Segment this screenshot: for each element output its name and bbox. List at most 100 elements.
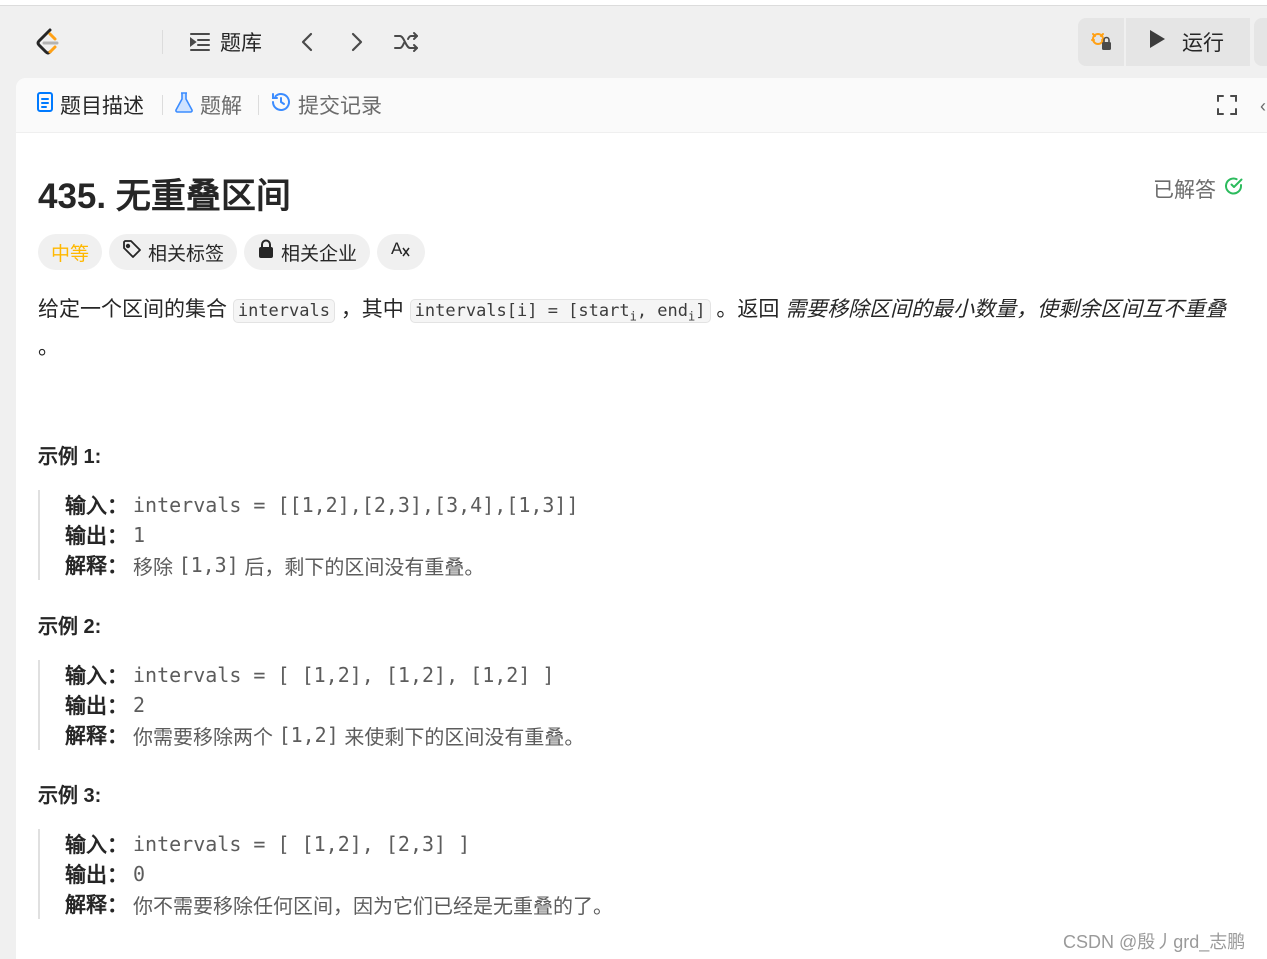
fullscreen-icon <box>1216 95 1238 120</box>
output-label: 输出： <box>65 695 128 718</box>
code-text: , end <box>636 301 689 321</box>
lock-icon <box>257 239 275 265</box>
run-controls: 运行 <box>1078 18 1250 66</box>
example-title: 示例 2: <box>38 616 102 638</box>
toolbar-divider <box>162 30 163 54</box>
example-block: 输入： intervals = [ [1,2], [2,3] ] 输出： 0 解… <box>38 829 765 919</box>
tab-description-label: 题目描述 <box>60 95 144 118</box>
collapse-chevron-icon[interactable]: ‹ <box>1260 96 1266 117</box>
translate-chip[interactable]: A <box>377 234 426 270</box>
chevron-right-icon <box>346 30 368 54</box>
input-value: intervals = [ [1,2], [1,2], [1,2] ] <box>133 663 555 687</box>
list-icon <box>188 30 212 54</box>
run-button[interactable]: 运行 <box>1126 18 1250 66</box>
example-explanation: 解释： 移除 [1,3] 后，剩下的区间没有重叠。 <box>65 550 765 580</box>
document-icon <box>36 91 54 119</box>
related-tags-chip[interactable]: 相关标签 <box>109 234 238 270</box>
example-explanation: 解释： 你需要移除两个 [1,2] 来使剩下的区间没有重叠。 <box>65 720 765 750</box>
example-input: 输入： intervals = [ [1,2], [2,3] ] <box>65 829 765 859</box>
example-output: 输出： 2 <box>65 690 765 720</box>
example-explanation: 解释： 你不需要移除任何区间，因为它们已经是无重叠的了。 <box>65 889 765 919</box>
history-icon <box>270 91 292 119</box>
output-label: 输出： <box>65 864 128 887</box>
code-text: intervals[i] = [start <box>414 301 630 321</box>
tab-separator <box>258 95 259 115</box>
next-problem-button[interactable] <box>346 26 368 58</box>
explanation-text: 来使剩下的区间没有重叠。 <box>338 726 585 749</box>
flask-icon <box>174 91 194 119</box>
play-icon <box>1146 28 1168 56</box>
chevron-left-icon <box>296 30 318 54</box>
desc-emphasis: 需要移除区间的最小数量，使剩余区间互不重叠 <box>785 298 1227 321</box>
desc-text: ，其中 <box>340 298 404 321</box>
debug-button[interactable] <box>1078 18 1124 66</box>
explanation-text: 你不需要移除任何区间，因为它们已经是无重叠的了。 <box>133 895 613 918</box>
panel-tabs: 题目描述 题解 提交记录 ‹ <box>16 78 1267 133</box>
svg-text:A: A <box>391 239 403 258</box>
check-circle-icon <box>1224 176 1244 202</box>
output-value: 1 <box>133 523 146 547</box>
debug-icon <box>1089 28 1113 57</box>
example-input: 输入： intervals = [ [1,2], [1,2], [1,2] ] <box>65 660 765 690</box>
solved-status: 已解答 <box>1153 174 1244 204</box>
explanation-code: [1,3] <box>178 553 239 577</box>
prev-problem-button[interactable] <box>296 26 318 58</box>
submit-button-edge[interactable] <box>1254 18 1267 66</box>
input-label: 输入： <box>65 834 128 857</box>
example-block: 输入： intervals = [ [1,2], [1,2], [1,2] ] … <box>38 660 765 750</box>
window-top-edge <box>0 0 1267 6</box>
related-companies-label: 相关企业 <box>281 243 358 265</box>
explanation-text: 后，剩下的区间没有重叠。 <box>238 556 485 579</box>
fullscreen-button[interactable] <box>1216 94 1238 121</box>
explanation-label: 解释： <box>65 555 128 578</box>
random-problem-button[interactable] <box>393 26 421 58</box>
shuffle-icon <box>393 30 421 54</box>
example-input: 输入： intervals = [[1,2],[2,3],[3,4],[1,3]… <box>65 490 765 520</box>
problem-bank-button[interactable]: 题库 <box>188 26 262 58</box>
code-text: ] <box>695 301 706 321</box>
example-block: 输入： intervals = [[1,2],[2,3],[3,4],[1,3]… <box>38 490 765 580</box>
explanation-label: 解释： <box>65 894 128 917</box>
inline-code: intervals[i] = [starti, endi] <box>409 299 711 324</box>
explanation-text: 你需要移除两个 <box>133 726 279 749</box>
input-value: intervals = [ [1,2], [2,3] ] <box>133 832 471 856</box>
tab-submissions-label: 提交记录 <box>298 95 382 118</box>
output-label: 输出： <box>65 525 128 548</box>
output-value: 2 <box>133 693 146 717</box>
explanation-code: [1,2] <box>278 723 339 747</box>
tab-separator <box>162 95 163 115</box>
input-value: intervals = [[1,2],[2,3],[3,4],[1,3]] <box>133 493 579 517</box>
tab-description[interactable]: 题目描述 <box>36 91 144 119</box>
problem-description: 给定一个区间的集合 intervals ，其中 intervals[i] = [… <box>38 294 1248 364</box>
solved-status-label: 已解答 <box>1153 179 1216 202</box>
code-subscript: i <box>629 309 637 324</box>
run-label: 运行 <box>1182 32 1224 55</box>
example-title: 示例 3: <box>38 785 102 807</box>
related-tags-label: 相关标签 <box>148 243 225 265</box>
example-output: 输出： 1 <box>65 520 765 550</box>
output-value: 0 <box>133 862 146 886</box>
desc-text: 。返回 <box>716 298 780 321</box>
explanation-label: 解释： <box>65 725 128 748</box>
problem-bank-label: 题库 <box>220 32 262 55</box>
inline-code: intervals <box>232 299 335 323</box>
related-companies-chip[interactable]: 相关企业 <box>244 234 371 270</box>
leetcode-logo-icon[interactable] <box>32 26 64 58</box>
translate-icon: A <box>390 239 412 265</box>
explanation-text: 移除 <box>133 556 179 579</box>
tab-submissions[interactable]: 提交记录 <box>270 91 382 119</box>
desc-text: 。 <box>38 336 59 360</box>
example-title: 示例 1: <box>38 446 102 468</box>
tab-solutions-label: 题解 <box>200 95 242 118</box>
csdn-watermark: CSDN @殷丿grd_志鹏 <box>1063 932 1246 952</box>
input-label: 输入： <box>65 495 128 518</box>
difficulty-badge: 中等 <box>38 234 103 270</box>
input-label: 输入： <box>65 665 128 688</box>
problem-title: 435. 无重叠区间 <box>38 177 291 216</box>
tab-solutions[interactable]: 题解 <box>174 91 242 119</box>
desc-text: 给定一个区间的集合 <box>38 298 227 321</box>
example-output: 输出： 0 <box>65 859 765 889</box>
problem-chips: 中等 相关标签 相关企业 A <box>38 234 426 270</box>
tag-icon <box>122 239 142 265</box>
problem-panel: 题目描述 题解 提交记录 ‹ 435. 无重叠区间 已解答 中等 相关标签 相关… <box>16 78 1267 959</box>
